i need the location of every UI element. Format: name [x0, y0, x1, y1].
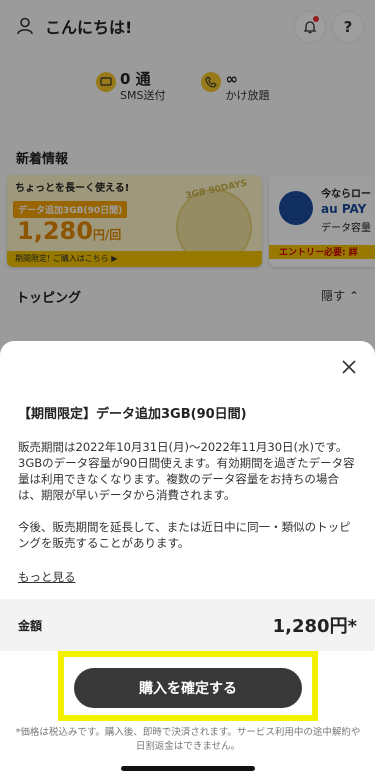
description-paragraph: 販売期間は2022年10月31日(月)〜2022年11月30日(水)です。3GB…	[18, 440, 355, 502]
price-value: 1,280円*	[272, 616, 357, 637]
description: 販売期間は2022年10月31日(月)〜2022年11月30日(水)です。3GB…	[18, 439, 360, 567]
description-paragraph: 今後、販売期間を延長して、または近日中に同一・類似のトッピングを販売することがあ…	[18, 520, 351, 550]
more-link[interactable]: もっと見る	[18, 569, 76, 585]
price-label: 金額	[18, 618, 43, 633]
sheet-title: 【期間限定】データ追加3GB(90日間)	[18, 407, 247, 422]
confirm-purchase-button[interactable]: 購入を確定する	[74, 668, 302, 708]
close-icon[interactable]	[339, 357, 359, 377]
price-row: 金額 1,280円*	[0, 599, 375, 651]
purchase-sheet: 【期間限定】データ追加3GB(90日間) 販売期間は2022年10月31日(月)…	[0, 341, 375, 778]
footnote: *価格は税込みです。購入後、即時で決済されます。サービス利用中の途中解約や日割返…	[15, 727, 361, 752]
home-indicator[interactable]	[121, 766, 255, 771]
